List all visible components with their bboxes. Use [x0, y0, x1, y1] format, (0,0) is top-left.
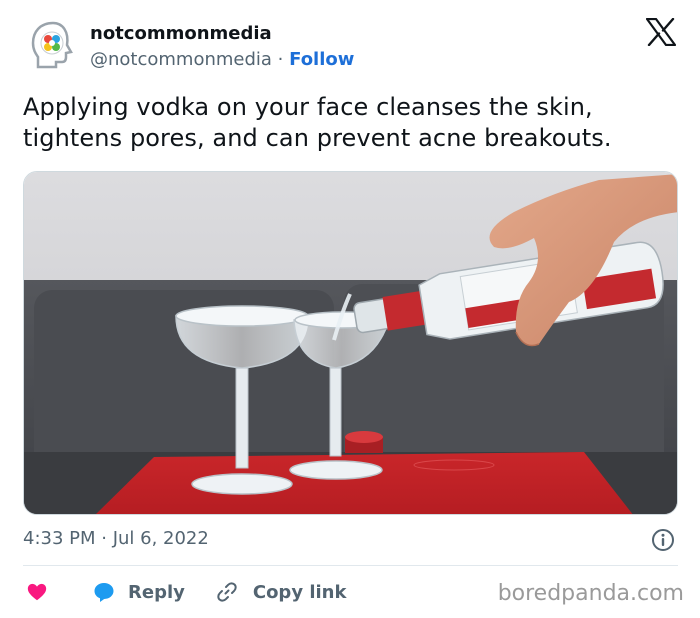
copy-link-label: Copy link — [252, 581, 347, 603]
user-info: notcommonmedia @notcommonmedia · Follow — [90, 23, 354, 72]
avatar[interactable] — [28, 20, 78, 70]
like-button[interactable] — [26, 581, 92, 603]
tweet-image[interactable] — [23, 171, 678, 515]
tweet-text: Applying vodka on your face cleanses the… — [23, 93, 612, 152]
action-bar: Reply Copy link — [26, 578, 346, 606]
handle-row: @notcommonmedia · Follow — [90, 48, 354, 72]
copy-link-button[interactable]: Copy link — [185, 580, 347, 604]
speech-bubble-icon — [94, 583, 114, 602]
handle-separator: · — [271, 49, 290, 70]
reply-label: Reply — [128, 581, 185, 603]
heart-icon — [27, 583, 47, 601]
x-logo-icon[interactable] — [645, 17, 677, 47]
handle[interactable]: @notcommonmedia — [90, 49, 272, 70]
display-name[interactable]: notcommonmedia — [90, 23, 354, 45]
boredpanda-watermark: boredpanda.com — [497, 581, 684, 606]
reply-button[interactable]: Reply — [92, 580, 185, 604]
follow-button[interactable]: Follow — [289, 49, 354, 70]
info-icon[interactable] — [651, 528, 675, 552]
avatar-head-icon — [31, 21, 73, 69]
vodka-pouring-photo — [24, 172, 677, 514]
divider — [23, 565, 678, 566]
link-icon — [217, 582, 237, 602]
tweet-timestamp[interactable]: 4:33 PM · Jul 6, 2022 — [23, 528, 209, 549]
